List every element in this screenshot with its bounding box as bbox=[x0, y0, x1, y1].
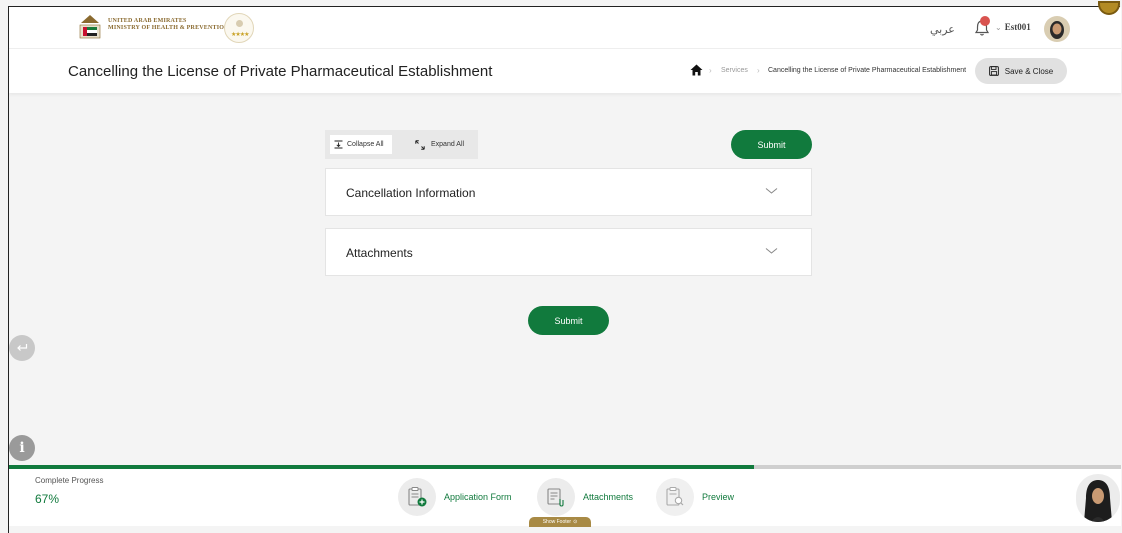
home-icon[interactable] bbox=[690, 64, 703, 76]
attachment-doc-icon bbox=[537, 478, 575, 516]
page-bottom bbox=[9, 526, 1121, 533]
username-label: Est001 bbox=[1004, 22, 1031, 32]
seal-logo-icon: ★★★★ bbox=[224, 13, 254, 43]
progress-bar bbox=[9, 465, 1121, 469]
show-footer-tab[interactable]: Show Footer ⊙ bbox=[529, 517, 591, 527]
accordion-title: Attachments bbox=[346, 246, 413, 260]
collapse-expand-toolbar: Collapse All Expand All bbox=[325, 130, 478, 159]
step-attachments[interactable]: Attachments bbox=[537, 478, 633, 516]
user-avatar[interactable] bbox=[1044, 16, 1070, 42]
user-menu-button[interactable]: ⌄ Est001 bbox=[995, 22, 1031, 32]
chevron-down-icon bbox=[765, 188, 778, 194]
step-label: Application Form bbox=[444, 492, 512, 502]
breadcrumb-separator-icon: › bbox=[709, 66, 712, 75]
ministry-name: UNITED ARAB EMIRATES MINISTRY OF HEALTH … bbox=[108, 18, 229, 31]
chevron-down-icon bbox=[765, 248, 778, 254]
page-title: Cancelling the License of Private Pharma… bbox=[68, 63, 493, 80]
language-switch-link[interactable]: عربي bbox=[930, 23, 955, 36]
avatar-icon bbox=[1050, 21, 1064, 39]
submit-button-bottom[interactable]: Submit bbox=[528, 306, 609, 335]
accordion-attachments[interactable]: Attachments bbox=[325, 228, 812, 276]
top-bar: UNITED ARAB EMIRATES MINISTRY OF HEALTH … bbox=[9, 1, 1121, 49]
accordion-cancellation-information[interactable]: Cancellation Information bbox=[325, 168, 812, 216]
chevron-down-icon: ⌄ bbox=[995, 23, 1002, 32]
submit-button-top[interactable]: Submit bbox=[731, 130, 812, 159]
info-icon: i bbox=[19, 440, 25, 456]
accessibility-badge-icon[interactable] bbox=[1098, 1, 1120, 15]
collapse-all-label: Collapse All bbox=[347, 141, 384, 148]
page-header: Cancelling the License of Private Pharma… bbox=[9, 49, 1121, 93]
accordion-title: Cancellation Information bbox=[346, 186, 476, 200]
breadcrumb-services-link[interactable]: Services bbox=[721, 67, 748, 74]
app-frame: UNITED ARAB EMIRATES MINISTRY OF HEALTH … bbox=[8, 1, 1121, 533]
progress-label: Complete Progress bbox=[35, 476, 104, 485]
show-footer-label: Show Footer bbox=[542, 519, 572, 525]
save-and-close-label: Save & Close bbox=[1004, 66, 1054, 76]
expand-icon bbox=[415, 139, 425, 150]
step-label: Preview bbox=[702, 492, 735, 502]
expand-all-label: Expand All bbox=[431, 141, 465, 148]
back-button[interactable] bbox=[9, 335, 35, 361]
chevron-up-circle-icon: ⊙ bbox=[573, 519, 578, 525]
breadcrumb-separator-icon: › bbox=[757, 66, 760, 75]
save-and-close-button[interactable]: Save & Close bbox=[975, 58, 1067, 84]
expand-all-button[interactable]: Expand All bbox=[411, 135, 468, 154]
virtual-assistant-avatar[interactable] bbox=[1076, 474, 1120, 522]
step-preview[interactable]: Preview bbox=[656, 478, 734, 516]
breadcrumb-current: Cancelling the License of Private Pharma… bbox=[768, 67, 967, 74]
info-button[interactable]: i bbox=[9, 435, 35, 461]
progress-value: 67% bbox=[35, 492, 60, 506]
preview-doc-icon bbox=[656, 478, 694, 516]
uae-emblem-icon bbox=[79, 15, 101, 39]
form-add-icon bbox=[398, 478, 436, 516]
collapse-icon bbox=[334, 140, 343, 149]
progress-bar-fill bbox=[9, 465, 755, 469]
collapse-all-button[interactable]: Collapse All bbox=[330, 135, 392, 154]
assistant-icon bbox=[1084, 480, 1112, 522]
step-label: Attachments bbox=[583, 492, 634, 502]
save-icon bbox=[988, 66, 999, 76]
step-application-form[interactable]: Application Form bbox=[398, 478, 512, 516]
notification-badge bbox=[980, 16, 990, 26]
return-arrow-icon bbox=[17, 344, 28, 351]
